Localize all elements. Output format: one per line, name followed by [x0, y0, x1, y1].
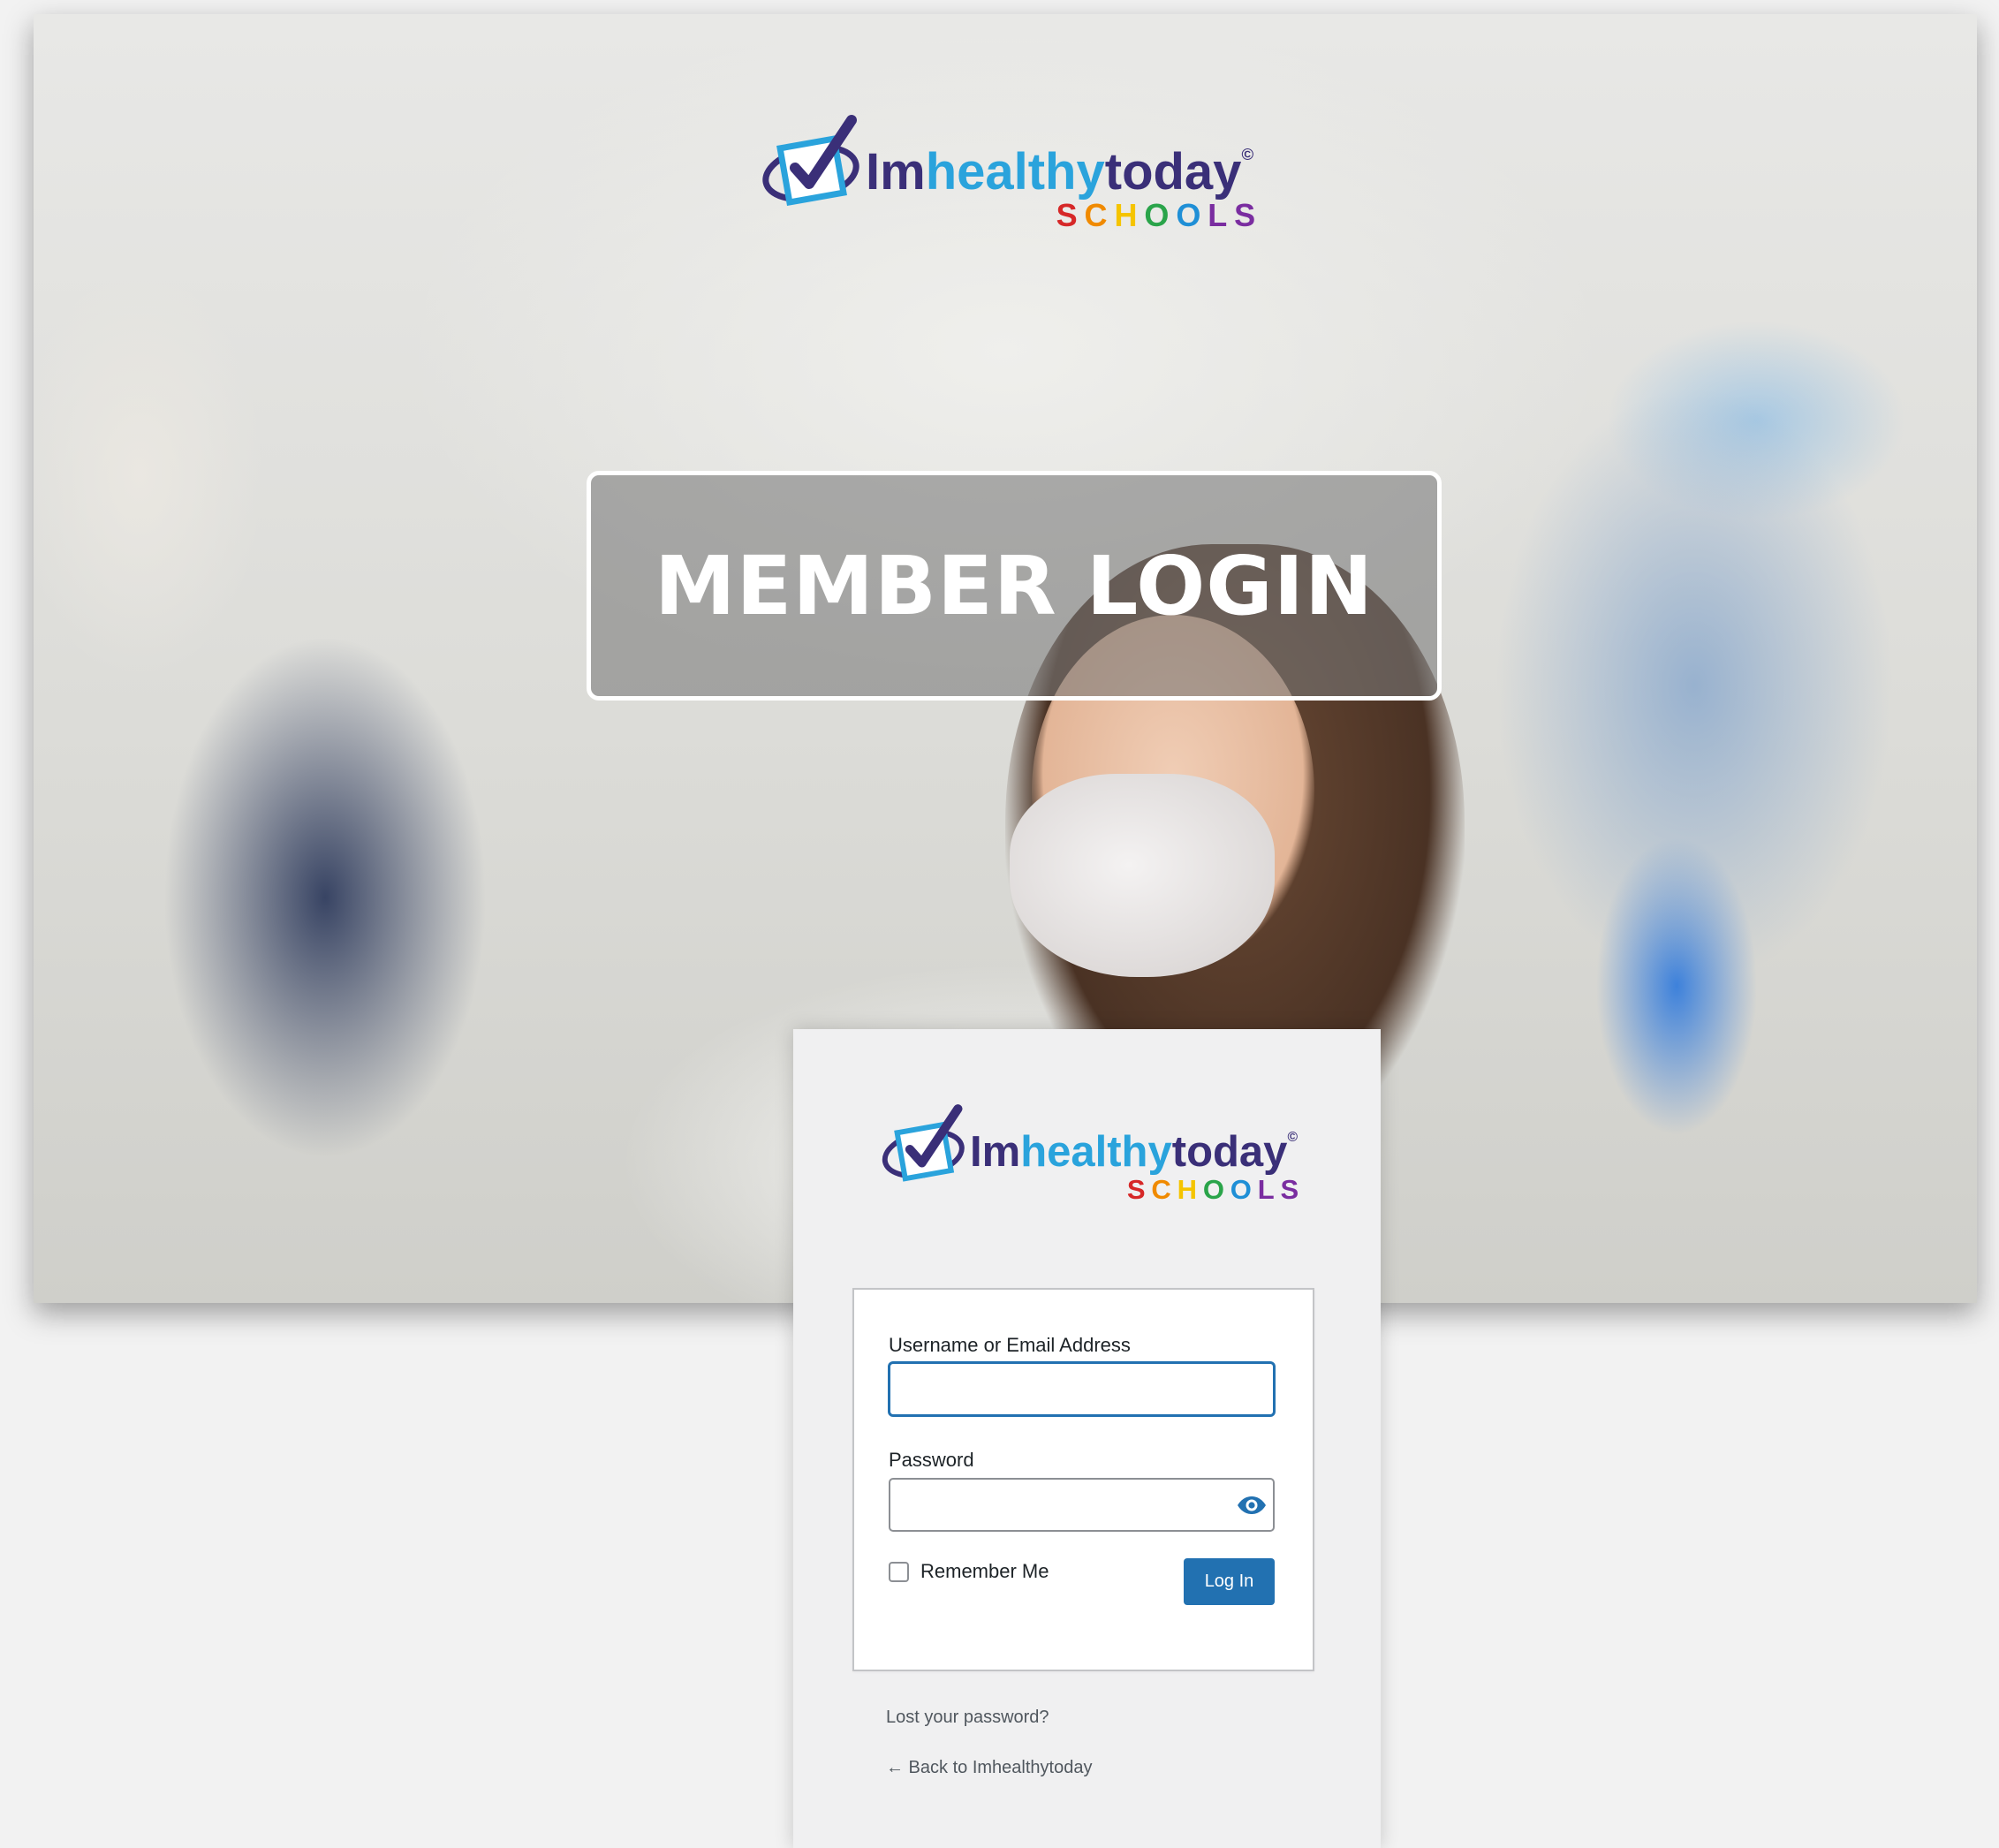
brand-wordmark: Imhealthytoday©: [970, 1128, 1298, 1176]
login-form: Username or Email Address Password Remem…: [852, 1288, 1314, 1671]
username-label: Username or Email Address: [889, 1334, 1131, 1356]
eye-icon: [1238, 1496, 1266, 1514]
password-input[interactable]: [889, 1478, 1275, 1532]
lost-password-link[interactable]: Lost your password?: [886, 1708, 1049, 1728]
brand-schools: SCHOOLS: [1126, 1174, 1305, 1205]
brand-schools: SCHOOLS: [1056, 197, 1263, 233]
back-to-site-link[interactable]: ← Back to Imhealthytoday: [886, 1758, 1092, 1778]
login-panel: Imhealthytoday© SCHOOLS Username or Emai…: [793, 1029, 1381, 1848]
hero-photo-mask: [1010, 774, 1275, 977]
checkmark-box-icon: [882, 1104, 965, 1182]
show-password-button[interactable]: [1234, 1489, 1269, 1521]
log-in-button[interactable]: Log In: [1184, 1558, 1275, 1605]
remember-me-checkbox[interactable]: [889, 1561, 909, 1582]
checkmark-box-icon: [762, 115, 859, 206]
brand-wordmark: Imhealthytoday©: [866, 143, 1254, 201]
login-logo-text: Imhealthytoday© SCHOOLS: [970, 1100, 1299, 1204]
hero-logo: Imhealthytoday© SCHOOLS: [760, 110, 1255, 231]
login-logo[interactable]: Imhealthytoday© SCHOOLS: [880, 1100, 1299, 1204]
password-label: Password: [889, 1449, 974, 1471]
member-login-banner: MEMBER LOGIN: [587, 471, 1442, 701]
member-login-heading: MEMBER LOGIN: [654, 538, 1374, 633]
username-input[interactable]: [889, 1362, 1275, 1416]
hero-logo-text: Imhealthytoday© SCHOOLS: [866, 110, 1255, 231]
remember-me: Remember Me: [889, 1560, 1049, 1583]
remember-me-label[interactable]: Remember Me: [920, 1560, 1049, 1583]
